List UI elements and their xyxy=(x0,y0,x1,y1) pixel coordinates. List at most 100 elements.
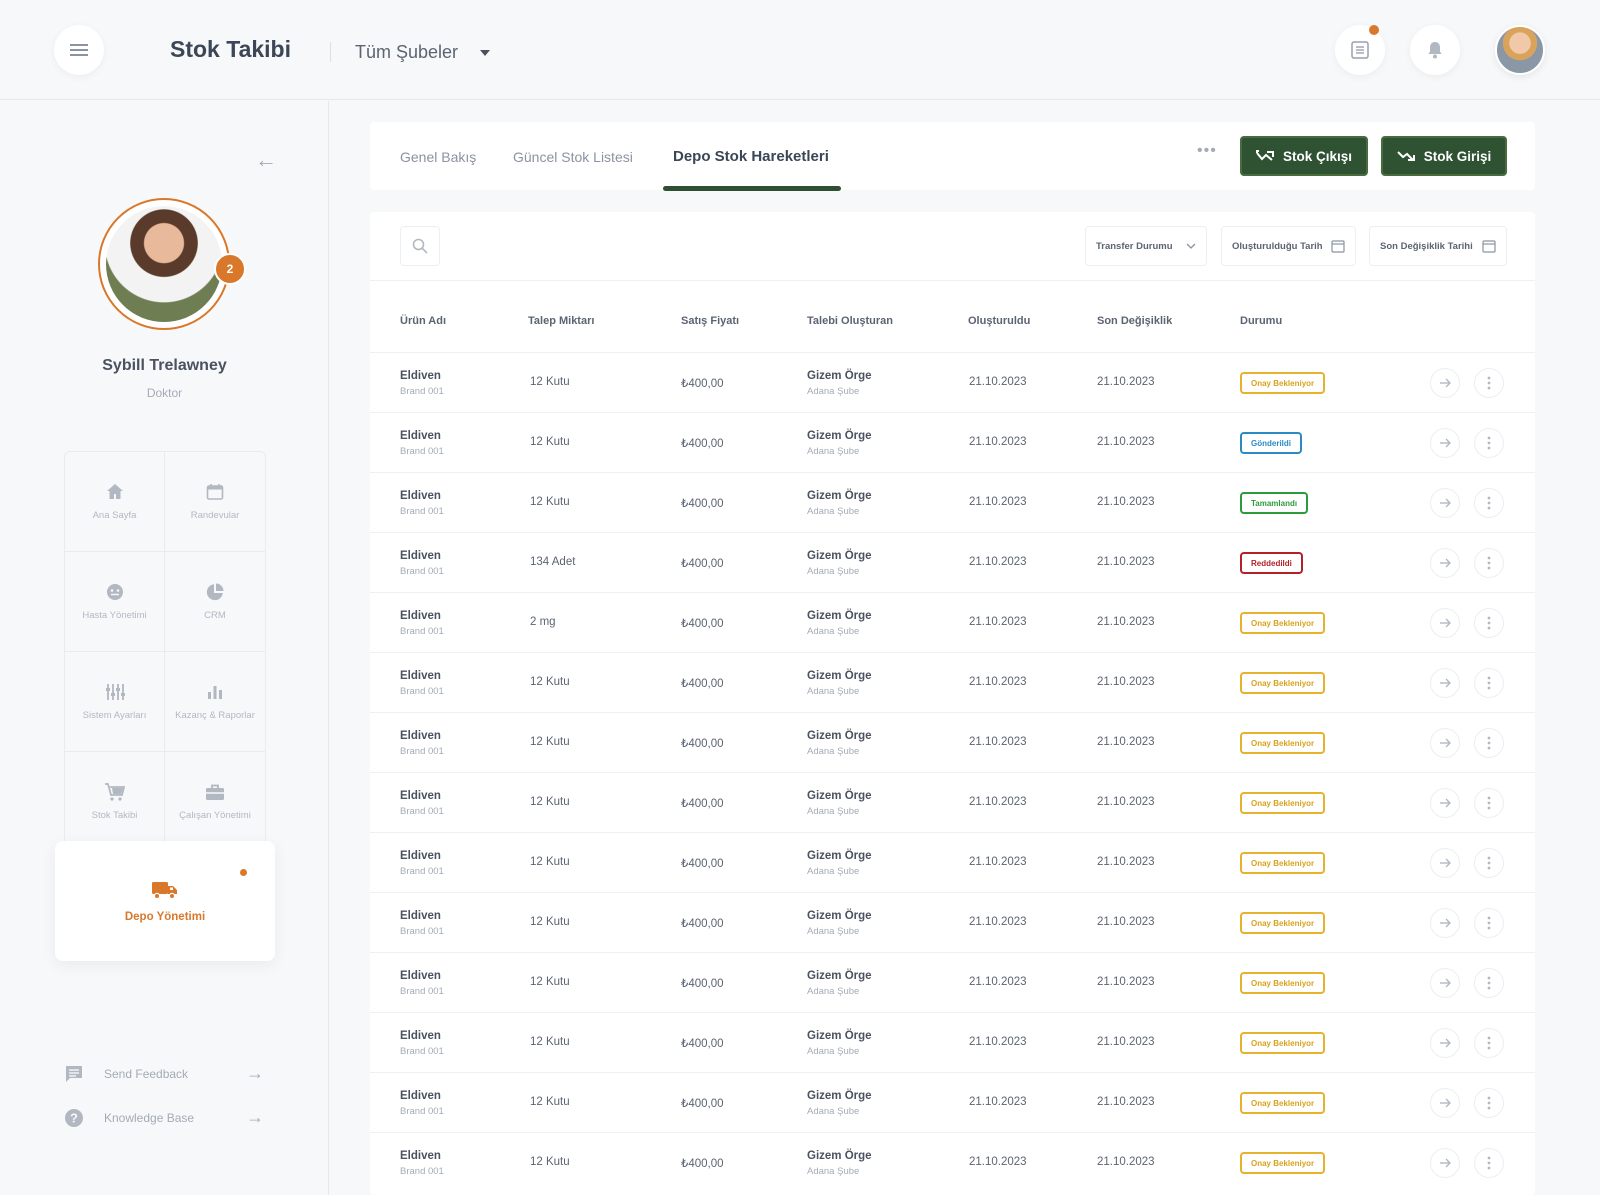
open-detail-button[interactable] xyxy=(1430,1088,1460,1118)
product-name: Eldiven xyxy=(400,850,441,862)
tabs-bar: Genel Bakış Güncel Stok Listesi Depo Sto… xyxy=(370,122,1535,191)
table-row[interactable]: Eldiven Brand 001 12 Kutu ₺400,00 Gizem Örge… xyxy=(370,472,1535,532)
row-menu-button[interactable] xyxy=(1474,608,1504,638)
row-menu-button[interactable] xyxy=(1474,428,1504,458)
requester-name: Gizem Örge xyxy=(807,790,872,802)
open-detail-button[interactable] xyxy=(1430,908,1460,938)
open-detail-button[interactable] xyxy=(1430,608,1460,638)
user-avatar[interactable] xyxy=(1495,25,1545,75)
nav-item-hasta-yonetimi[interactable]: Hasta Yönetimi xyxy=(65,552,165,652)
table-row[interactable]: Eldiven Brand 001 12 Kutu ₺400,00 Gizem Örge… xyxy=(370,1012,1535,1072)
column-header-modified[interactable]: Son Değişiklik xyxy=(1097,315,1172,327)
row-menu-button[interactable] xyxy=(1474,968,1504,998)
table-row[interactable]: Eldiven Brand 001 12 Kutu ₺400,00 Gizem Örge… xyxy=(370,952,1535,1012)
status-badge: Onay Bekleniyor xyxy=(1240,732,1326,754)
open-detail-button[interactable] xyxy=(1430,488,1460,518)
column-header-status[interactable]: Durumu xyxy=(1240,315,1282,327)
nav-item-stok-takibi[interactable]: Stok Takibi xyxy=(65,752,165,852)
table-row[interactable]: Eldiven Brand 001 12 Kutu ₺400,00 Gizem Örge… xyxy=(370,712,1535,772)
row-menu-button[interactable] xyxy=(1474,548,1504,578)
row-menu-button[interactable] xyxy=(1474,1088,1504,1118)
row-menu-button[interactable] xyxy=(1474,368,1504,398)
row-menu-button[interactable] xyxy=(1474,728,1504,758)
row-menu-button[interactable] xyxy=(1474,1148,1504,1178)
table-row[interactable]: Eldiven Brand 001 12 Kutu ₺400,00 Gizem Örge… xyxy=(370,1072,1535,1132)
row-menu-button[interactable] xyxy=(1474,848,1504,878)
nav-item-sistem-ayarlari[interactable]: Sistem Ayarları xyxy=(65,652,165,752)
row-menu-button[interactable] xyxy=(1474,788,1504,818)
nav-item-kazanc-raporlar[interactable]: Kazanç & Raporlar xyxy=(165,652,265,752)
table-row[interactable]: Eldiven Brand 001 12 Kutu ₺400,00 Gizem Örge… xyxy=(370,892,1535,952)
column-header-product[interactable]: Ürün Adı xyxy=(400,315,446,327)
arrow-right-icon xyxy=(1440,678,1451,688)
row-menu-button[interactable] xyxy=(1474,668,1504,698)
knowledge-base-link[interactable]: ? Knowledge Base → xyxy=(64,1107,264,1128)
open-detail-button[interactable] xyxy=(1430,1148,1460,1178)
request-quantity: 12 Kutu xyxy=(530,1036,570,1048)
open-detail-button[interactable] xyxy=(1430,428,1460,458)
tab-genel-bakis[interactable]: Genel Bakış xyxy=(400,149,476,165)
request-quantity: 12 Kutu xyxy=(530,1096,570,1108)
search-button[interactable] xyxy=(400,226,440,266)
product-brand: Brand 001 xyxy=(400,1166,444,1177)
nav-item-ana-sayfa[interactable]: Ana Sayfa xyxy=(65,452,165,552)
modified-date: 21.10.2023 xyxy=(1097,976,1155,988)
table-row[interactable]: Eldiven Brand 001 12 Kutu ₺400,00 Gizem Örge… xyxy=(370,412,1535,472)
modified-date-filter[interactable]: Son Değişiklik Tarihi xyxy=(1369,226,1507,266)
created-date: 21.10.2023 xyxy=(969,496,1027,508)
created-date-filter[interactable]: Oluşturulduğu Tarih xyxy=(1221,226,1356,266)
nav-item-randevular[interactable]: Randevular xyxy=(165,452,265,552)
profile-avatar[interactable] xyxy=(98,198,230,330)
arrow-right-icon xyxy=(1440,378,1451,388)
table-row[interactable]: Eldiven Brand 001 12 Kutu ₺400,00 Gizem Örge… xyxy=(370,772,1535,832)
open-detail-button[interactable] xyxy=(1430,968,1460,998)
request-quantity: 12 Kutu xyxy=(530,496,570,508)
sale-price: ₺400,00 xyxy=(681,858,724,870)
open-detail-button[interactable] xyxy=(1430,728,1460,758)
send-feedback-link[interactable]: Send Feedback → xyxy=(64,1063,264,1084)
list-icon xyxy=(1351,41,1369,59)
notifications-button[interactable] xyxy=(1410,25,1460,75)
row-menu-button[interactable] xyxy=(1474,908,1504,938)
column-header-requester[interactable]: Talebi Oluşturan xyxy=(807,315,893,327)
tab-guncel-stok-listesi[interactable]: Güncel Stok Listesi xyxy=(513,149,633,165)
table-row[interactable]: Eldiven Brand 001 12 Kutu ₺400,00 Gizem Örge… xyxy=(370,832,1535,892)
table-row[interactable]: Eldiven Brand 001 2 mg ₺400,00 Gizem Örge Ada… xyxy=(370,592,1535,652)
modified-date: 21.10.2023 xyxy=(1097,1036,1155,1048)
column-header-quantity[interactable]: Talep Miktarı xyxy=(528,315,594,327)
open-detail-button[interactable] xyxy=(1430,788,1460,818)
collapse-sidebar-arrow-icon[interactable]: ← xyxy=(255,147,277,173)
stock-in-button[interactable]: Stok Girişi xyxy=(1381,136,1507,176)
stock-out-button[interactable]: Stok Çıkışı xyxy=(1240,136,1368,176)
requester-name: Gizem Örge xyxy=(807,670,872,682)
nav-item-label: Çalışan Yönetimi xyxy=(179,810,251,821)
nav-item-crm[interactable]: CRM xyxy=(165,552,265,652)
more-options-icon[interactable]: ••• xyxy=(1197,142,1217,160)
vertical-dots-icon xyxy=(1487,496,1491,510)
column-header-price[interactable]: Satış Fiyatı xyxy=(681,315,739,327)
vertical-dots-icon xyxy=(1487,1156,1491,1170)
open-detail-button[interactable] xyxy=(1430,368,1460,398)
nav-item-depo-yonetimi[interactable]: Depo Yönetimi xyxy=(55,841,275,961)
row-menu-button[interactable] xyxy=(1474,1028,1504,1058)
table-row[interactable]: Eldiven Brand 001 12 Kutu ₺400,00 Gizem Örge… xyxy=(370,1132,1535,1192)
branch-selector[interactable]: Tüm Şubeler xyxy=(355,42,491,63)
sale-price: ₺400,00 xyxy=(681,678,724,690)
table-row[interactable]: Eldiven Brand 001 134 Adet ₺400,00 Gizem Örg… xyxy=(370,532,1535,592)
nav-item-calisan-yonetimi[interactable]: Çalışan Yönetimi xyxy=(165,752,265,852)
sliders-icon xyxy=(105,684,125,700)
open-detail-button[interactable] xyxy=(1430,1028,1460,1058)
table-row[interactable]: Eldiven Brand 001 12 Kutu ₺400,00 Gizem Örge… xyxy=(370,352,1535,412)
open-detail-button[interactable] xyxy=(1430,668,1460,698)
table-row[interactable]: Eldiven Brand 001 12 Kutu ₺400,00 Gizem Örge… xyxy=(370,652,1535,712)
transfer-status-filter[interactable]: Transfer Durumu xyxy=(1085,226,1207,266)
tab-depo-stok-hareketleri[interactable]: Depo Stok Hareketleri xyxy=(673,148,829,165)
bell-icon xyxy=(1428,42,1442,59)
column-header-created[interactable]: Oluşturuldu xyxy=(968,315,1030,327)
product-name: Eldiven xyxy=(400,730,441,742)
menu-button[interactable] xyxy=(54,25,104,75)
row-menu-button[interactable] xyxy=(1474,488,1504,518)
list-button[interactable] xyxy=(1335,25,1385,75)
open-detail-button[interactable] xyxy=(1430,548,1460,578)
open-detail-button[interactable] xyxy=(1430,848,1460,878)
